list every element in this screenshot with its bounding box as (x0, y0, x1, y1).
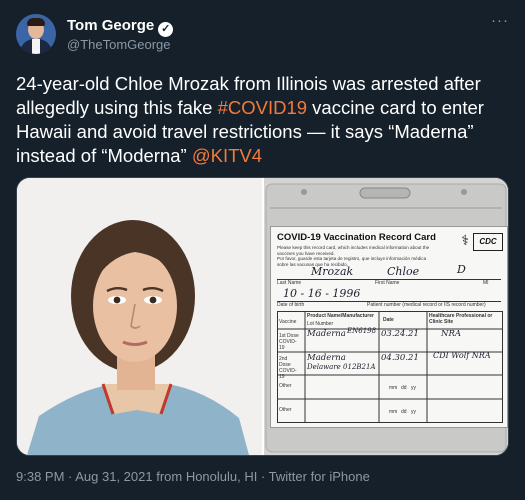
row4-yy: yy (411, 409, 416, 415)
avatar[interactable] (16, 14, 56, 54)
col-site: Healthcare Professional or Clinic Site (429, 313, 493, 325)
tweet-text: 24-year-old Chloe Mrozak from Illinois w… (16, 72, 506, 168)
last-name-value: Mrozak (311, 265, 354, 278)
row3-mm: mm (389, 385, 398, 391)
row1-site: NRA (441, 329, 461, 339)
row1-date: 03.24.21 (381, 329, 419, 339)
row2-date: 04.30.21 (381, 353, 419, 363)
dob-value: 10 - 16 - 1996 (283, 287, 361, 300)
cdc-logo: CDC (473, 233, 503, 251)
row1-label: 1st Dose COVID-19 (279, 333, 299, 351)
row2-site: CDI Wolf NRA (433, 351, 491, 360)
card-instructions-en: Please keep this record card, which incl… (277, 245, 430, 256)
tweet-media[interactable]: COVID-19 Vaccination Record Card Please … (16, 177, 509, 456)
vaccination-record-card: COVID-19 Vaccination Record Card Please … (270, 226, 508, 428)
row2-lot: Delaware 012B21A (307, 363, 376, 371)
row4-dd: dd (401, 409, 407, 415)
row3-dd: dd (401, 385, 407, 391)
row3-yy: yy (411, 385, 416, 391)
row2-label: 2nd Dose COVID-19 (279, 356, 297, 380)
mention-link[interactable]: @KITV4 (192, 145, 262, 166)
verified-badge-icon: ✓ (158, 22, 174, 37)
tweet-timestamp[interactable]: 9:38 PM · Aug 31, 2021 from Honolulu, HI… (16, 469, 370, 484)
label-mi: MI (483, 280, 489, 286)
card-instructions: Please keep this record card, which incl… (277, 245, 437, 267)
author-handle[interactable]: @TheTomGeorge (67, 37, 171, 52)
hashtag-link[interactable]: #COVID19 (218, 97, 307, 118)
vaccine-card-photo[interactable]: COVID-19 Vaccination Record Card Please … (264, 178, 508, 455)
col-product: Product Name/Manufacturer (307, 313, 374, 319)
row2-product: Maderna (307, 353, 346, 363)
col-vaccine: Vaccine (279, 319, 297, 325)
middle-initial-value: D (457, 263, 466, 276)
label-first-name: First Name (375, 280, 400, 286)
label-patient-number: Patient number (medical record or IIS re… (367, 302, 486, 308)
row1-lot: EN6198 (347, 327, 377, 335)
col-lot: Lot Number (307, 321, 334, 327)
first-name-value: Chloe (387, 265, 420, 278)
row4-mm: mm (389, 409, 398, 415)
row4-label: Other (279, 407, 292, 413)
more-options-icon[interactable]: ··· (491, 12, 509, 29)
author-name[interactable]: Tom George (67, 17, 154, 34)
author-name-row[interactable]: Tom George ✓ (67, 17, 174, 37)
label-dob: Date of birth (277, 302, 305, 308)
card-title: COVID-19 Vaccination Record Card (277, 232, 436, 243)
label-last-name: Last Name (277, 280, 302, 286)
row3-label: Other (279, 383, 292, 389)
col-date: Date (383, 317, 394, 323)
row1-product: Maderna (307, 329, 346, 339)
hhs-eagle-icon: ⚕ (461, 232, 469, 248)
mugshot-photo[interactable] (17, 178, 262, 455)
